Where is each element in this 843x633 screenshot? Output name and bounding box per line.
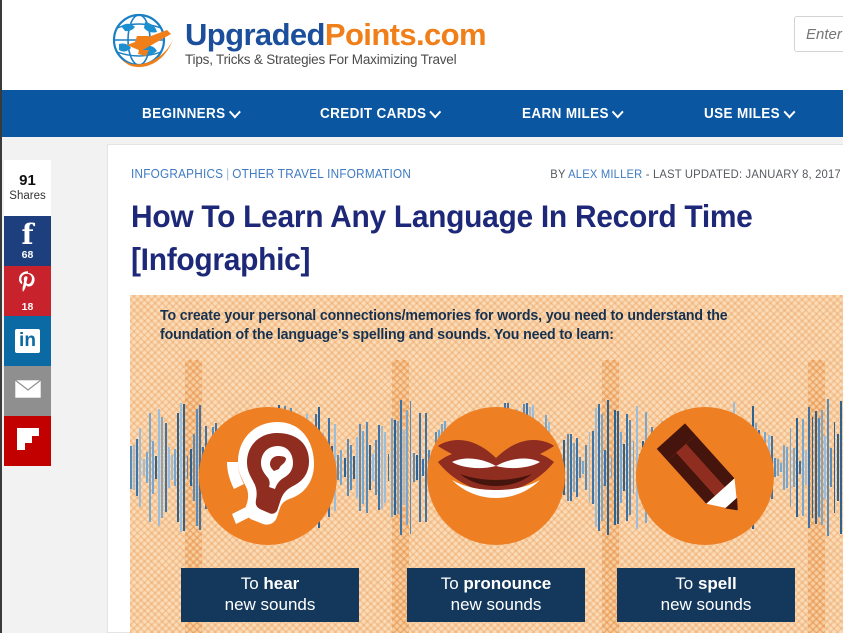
nav-item-credit-cards[interactable]: CREDIT CARDS (319, 105, 442, 122)
pinterest-share-count: 18 (21, 300, 34, 313)
share-total-label: Shares (9, 189, 46, 202)
email-icon (13, 378, 42, 404)
chevron-down-icon (612, 105, 625, 119)
nav-item-use-miles[interactable]: USE MILES (703, 105, 795, 122)
site-logo[interactable]: UpgradedPoints.com Tips, Tricks & Strate… (105, 6, 487, 80)
globe-airplane-icon (105, 6, 179, 80)
category-link-infographics[interactable]: INFOGRAPHICS (131, 167, 223, 181)
logo-wordmark: UpgradedPoints.com (185, 16, 487, 52)
infographic-circle-pronounce (427, 407, 565, 545)
category-separator: | (226, 167, 230, 181)
facebook-icon: f (21, 217, 34, 251)
infographic-circle-hear (199, 407, 337, 545)
nav-item-beginners[interactable]: BEGINNERS (142, 105, 241, 122)
byline-prefix: BY (550, 167, 569, 181)
label-keyword: pronounce (463, 574, 552, 594)
nav-item-label: USE MILES (703, 105, 780, 122)
breadcrumb: INFOGRAPHICS | OTHER TRAVEL INFORMATION (131, 167, 411, 181)
logo-word-points: Points (324, 16, 417, 52)
chevron-down-icon (228, 105, 241, 119)
main-navigation: BEGINNERS CREDIT CARDS EARN MILES USE MI… (2, 90, 843, 137)
search-box[interactable] (794, 16, 843, 52)
label-subtext: new sounds (450, 595, 542, 614)
label-prefix: To (240, 574, 264, 594)
ear-icon (216, 418, 320, 535)
article-byline: BY ALEX MILLER - LAST UPDATED: JANUARY 8… (550, 167, 841, 181)
label-prefix: To (440, 574, 464, 594)
share-button-flipboard[interactable] (4, 416, 51, 466)
label-subtext: new sounds (660, 595, 752, 614)
label-subtext: new sounds (224, 595, 316, 614)
category-link-other-travel-information[interactable]: OTHER TRAVEL INFORMATION (232, 167, 411, 181)
share-button-email[interactable] (4, 366, 51, 416)
facebook-share-count: 68 (21, 248, 34, 261)
infographic-label-spell: To spell new sounds (617, 568, 795, 622)
byline-updated: - LAST UPDATED: JANUARY 8, 2017 (642, 167, 841, 181)
chevron-down-icon (782, 105, 795, 119)
logo-word-dotcom: .com (416, 16, 487, 52)
share-total: 91 Shares (4, 160, 51, 216)
flipboard-icon (15, 426, 41, 457)
infographic-label-hear: To hear new sounds (181, 568, 359, 622)
search-input[interactable] (806, 25, 843, 43)
label-keyword: hear (263, 574, 300, 594)
pencil-icon (650, 419, 760, 534)
label-prefix: To (675, 574, 698, 594)
byline-author-link[interactable]: ALEX MILLER (568, 167, 642, 181)
lips-icon (436, 432, 556, 521)
infographic-intro-text: To create your personal connections/memo… (160, 308, 728, 344)
label-keyword: spell (697, 574, 737, 594)
logo-word-upgraded: Upgraded (185, 16, 325, 52)
pinterest-icon (16, 270, 40, 301)
linkedin-icon: in (15, 329, 40, 353)
share-button-pinterest[interactable]: 18 (4, 266, 51, 316)
share-button-facebook[interactable]: f 68 (4, 216, 51, 266)
share-button-linkedin[interactable]: in (4, 316, 51, 366)
nav-item-earn-miles[interactable]: EARN MILES (522, 105, 625, 122)
infographic-circle-spell (636, 407, 774, 545)
logo-tagline: Tips, Tricks & Strategies For Maximizing… (185, 52, 457, 68)
social-share-rail: 91 Shares f 68 18 in (4, 160, 51, 466)
page-title: How To Learn Any Language In Record Time… (131, 198, 753, 277)
browser-viewport: UpgradedPoints.com Tips, Tricks & Strate… (0, 0, 843, 633)
infographic-image[interactable]: To create your personal connections/memo… (130, 295, 843, 633)
site-header: UpgradedPoints.com Tips, Tricks & Strate… (2, 0, 843, 90)
nav-item-label: BEGINNERS (142, 105, 226, 122)
chevron-down-icon (429, 105, 442, 119)
article-meta-row: INFOGRAPHICS | OTHER TRAVEL INFORMATION BY… (108, 145, 841, 181)
share-total-count: 91 (19, 172, 36, 190)
infographic-label-pronounce: To pronounce new sounds (407, 568, 585, 622)
nav-item-label: EARN MILES (522, 105, 610, 122)
nav-item-label: CREDIT CARDS (319, 105, 427, 122)
